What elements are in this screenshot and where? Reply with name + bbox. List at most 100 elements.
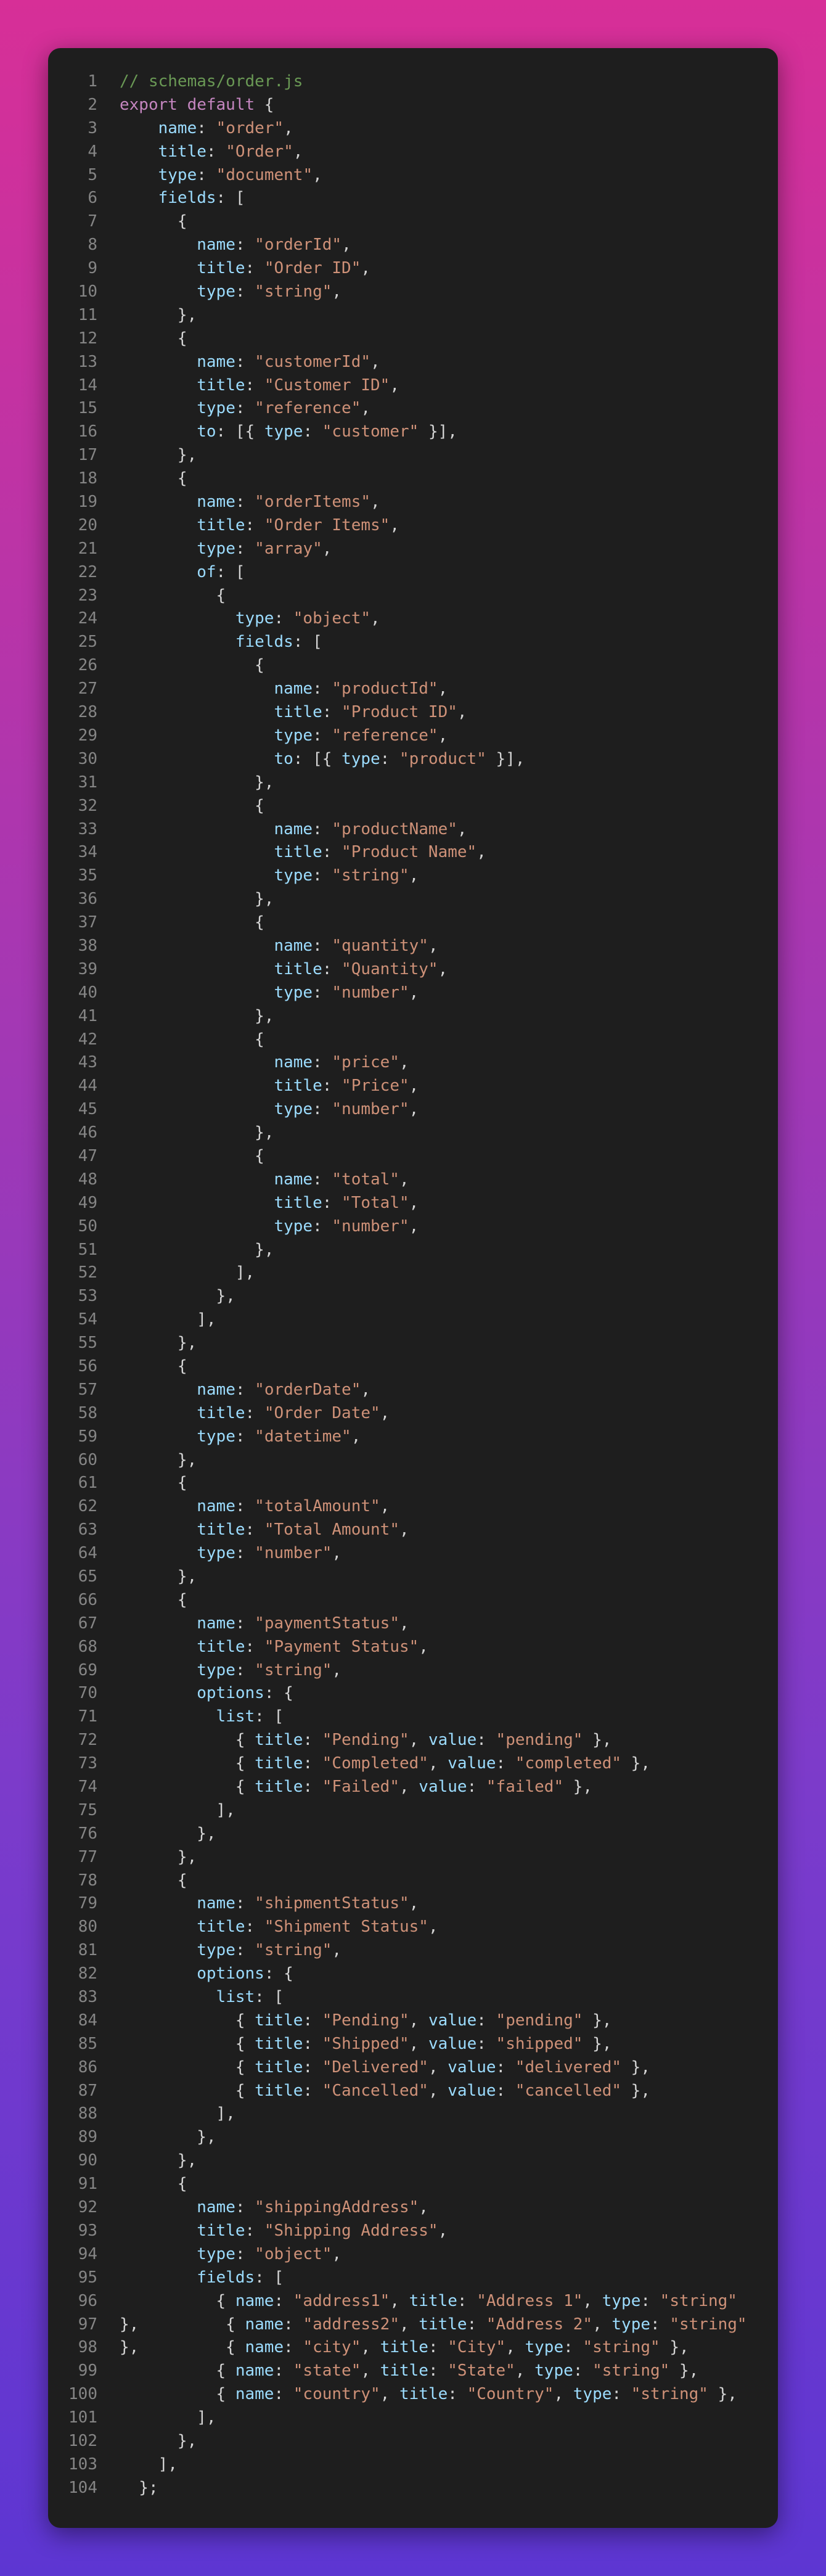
code-line[interactable]: 93 title: "Shipping Address",: [48, 2220, 778, 2243]
code-line[interactable]: 91 {: [48, 2173, 778, 2196]
code-line[interactable]: 9 title: "Order ID",: [48, 257, 778, 281]
code-line[interactable]: 95 fields: [: [48, 2266, 778, 2290]
code-line[interactable]: 18 {: [48, 467, 778, 491]
code-line[interactable]: 61 {: [48, 1472, 778, 1495]
code-line[interactable]: 51 },: [48, 1239, 778, 1262]
code-line[interactable]: 82 options: {: [48, 1963, 778, 1986]
code-line[interactable]: 92 name: "shippingAddress",: [48, 2196, 778, 2220]
code-line[interactable]: 83 list: [: [48, 1986, 778, 2009]
code-line[interactable]: 66 {: [48, 1589, 778, 1612]
code-line[interactable]: 101 ],: [48, 2406, 778, 2430]
code-line[interactable]: 62 name: "totalAmount",: [48, 1495, 778, 1519]
code-line[interactable]: 88 ],: [48, 2102, 778, 2126]
code-line[interactable]: 67 name: "paymentStatus",: [48, 1612, 778, 1636]
code-line[interactable]: 45 type: "number",: [48, 1098, 778, 1122]
code-line[interactable]: 73 { title: "Completed", value: "complet…: [48, 1752, 778, 1776]
code-line[interactable]: 8 name: "orderId",: [48, 234, 778, 257]
code-line[interactable]: 54 ],: [48, 1308, 778, 1332]
code-line[interactable]: 49 title: "Total",: [48, 1192, 778, 1215]
code-line[interactable]: 57 name: "orderDate",: [48, 1379, 778, 1402]
code-line[interactable]: 76 },: [48, 1823, 778, 1846]
code-line[interactable]: 60 },: [48, 1449, 778, 1472]
code-line[interactable]: 35 type: "string",: [48, 864, 778, 888]
code-line[interactable]: 59 type: "datetime",: [48, 1425, 778, 1449]
code-line[interactable]: 25 fields: [: [48, 631, 778, 654]
code-line[interactable]: 77 },: [48, 1846, 778, 1869]
code-line[interactable]: 17 },: [48, 444, 778, 467]
code-line[interactable]: 68 title: "Payment Status",: [48, 1636, 778, 1659]
code-line[interactable]: 96 { name: "address1", title: "Address 1…: [48, 2290, 778, 2313]
code-line[interactable]: 63 title: "Total Amount",: [48, 1519, 778, 1542]
code-line[interactable]: 72 { title: "Pending", value: "pending" …: [48, 1729, 778, 1752]
code-line[interactable]: 5 type: "document",: [48, 164, 778, 187]
code-line[interactable]: 89 },: [48, 2126, 778, 2149]
code-line[interactable]: 97}, { name: "address2", title: "Address…: [48, 2313, 778, 2337]
code-line[interactable]: 87 { title: "Cancelled", value: "cancell…: [48, 2080, 778, 2103]
code-line[interactable]: 10 type: "string",: [48, 281, 778, 304]
code-line[interactable]: 47 {: [48, 1145, 778, 1168]
code-line[interactable]: 19 name: "orderItems",: [48, 491, 778, 514]
code-line[interactable]: 31 },: [48, 771, 778, 795]
code-line[interactable]: 3 name: "order",: [48, 117, 778, 141]
code-line[interactable]: 12 {: [48, 327, 778, 351]
code-line[interactable]: 42 {: [48, 1028, 778, 1052]
code-line[interactable]: 65 },: [48, 1565, 778, 1589]
code-line[interactable]: 46 },: [48, 1122, 778, 1145]
code-line[interactable]: 1 // schemas/order.js: [48, 70, 778, 94]
code-line[interactable]: 55 },: [48, 1332, 778, 1355]
code-line[interactable]: 53 },: [48, 1285, 778, 1308]
code-line[interactable]: 37 {: [48, 911, 778, 935]
code-line[interactable]: 48 name: "total",: [48, 1168, 778, 1192]
code-line[interactable]: 11 },: [48, 304, 778, 327]
code-line[interactable]: 6 fields: [: [48, 187, 778, 210]
code-line[interactable]: 14 title: "Customer ID",: [48, 374, 778, 398]
code-line[interactable]: 15 type: "reference",: [48, 397, 778, 420]
code-line[interactable]: 100 { name: "country", title: "Country",…: [48, 2383, 778, 2406]
code-line[interactable]: 27 name: "productId",: [48, 678, 778, 701]
code-line[interactable]: 41 },: [48, 1005, 778, 1028]
code-line[interactable]: 102 },: [48, 2430, 778, 2453]
code-line[interactable]: 81 type: "string",: [48, 1939, 778, 1963]
code-line[interactable]: 24 type: "object",: [48, 607, 778, 631]
code-line[interactable]: 58 title: "Order Date",: [48, 1402, 778, 1425]
code-line[interactable]: 40 type: "number",: [48, 982, 778, 1005]
code-line[interactable]: 64 type: "number",: [48, 1542, 778, 1565]
code-listing[interactable]: 1// schemas/order.js 2 export default {3 n…: [48, 70, 778, 2500]
code-line[interactable]: 36 },: [48, 888, 778, 911]
code-line[interactable]: 26 {: [48, 654, 778, 678]
code-line[interactable]: 56 {: [48, 1355, 778, 1379]
code-line[interactable]: 86 { title: "Delivered", value: "deliver…: [48, 2056, 778, 2080]
code-line[interactable]: 74 { title: "Failed", value: "failed" },: [48, 1776, 778, 1799]
code-line[interactable]: 20 title: "Order Items",: [48, 514, 778, 538]
code-line[interactable]: 94 type: "object",: [48, 2243, 778, 2266]
code-line[interactable]: 29 type: "reference",: [48, 724, 778, 748]
code-line[interactable]: 70 options: {: [48, 1682, 778, 1705]
code-line[interactable]: 71 list: [: [48, 1705, 778, 1729]
code-line[interactable]: 23 {: [48, 585, 778, 608]
code-line[interactable]: 85 { title: "Shipped", value: "shipped" …: [48, 2033, 778, 2056]
code-line[interactable]: 69 type: "string",: [48, 1659, 778, 1683]
code-line[interactable]: 39 title: "Quantity",: [48, 958, 778, 982]
code-line[interactable]: 34 title: "Product Name",: [48, 841, 778, 864]
code-line[interactable]: 4 title: "Order",: [48, 141, 778, 164]
code-line[interactable]: 104 };: [48, 2477, 778, 2500]
code-line[interactable]: 13 name: "customerId",: [48, 351, 778, 374]
code-line[interactable]: 99 { name: "state", title: "State", type…: [48, 2360, 778, 2383]
code-line[interactable]: 43 name: "price",: [48, 1051, 778, 1075]
code-line[interactable]: 33 name: "productName",: [48, 818, 778, 842]
code-line[interactable]: 16 to: [{ type: "customer" }],: [48, 420, 778, 444]
code-line[interactable]: 98}, { name: "city", title: "City", type…: [48, 2336, 778, 2360]
code-line[interactable]: 28 title: "Product ID",: [48, 701, 778, 724]
code-line[interactable]: 103 ],: [48, 2453, 778, 2477]
code-line[interactable]: 32 {: [48, 795, 778, 818]
code-line[interactable]: 22 of: [: [48, 561, 778, 585]
code-line[interactable]: 50 type: "number",: [48, 1215, 778, 1239]
code-line[interactable]: 79 name: "shipmentStatus",: [48, 1892, 778, 1916]
code-line[interactable]: 2 export default {: [48, 94, 778, 117]
code-line[interactable]: 75 ],: [48, 1799, 778, 1823]
code-line[interactable]: 52 ],: [48, 1261, 778, 1285]
code-line[interactable]: 90 },: [48, 2149, 778, 2173]
code-line[interactable]: 38 name: "quantity",: [48, 935, 778, 958]
code-line[interactable]: 44 title: "Price",: [48, 1075, 778, 1098]
code-line[interactable]: 84 { title: "Pending", value: "pending" …: [48, 2009, 778, 2033]
